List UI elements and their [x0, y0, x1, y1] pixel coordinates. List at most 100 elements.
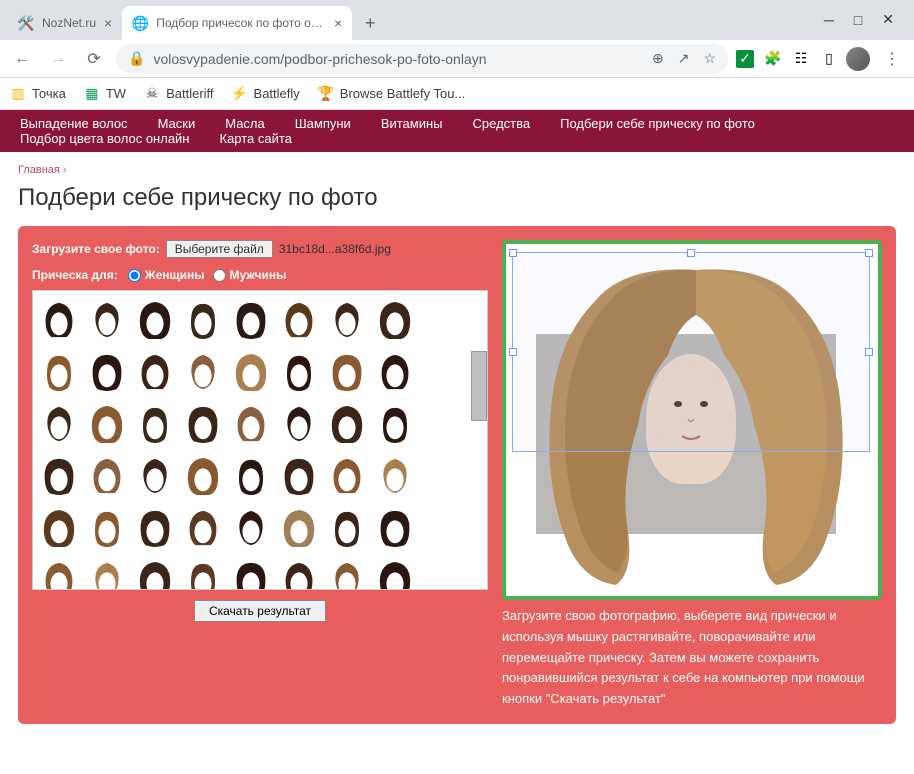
hairstyle-option[interactable]	[87, 401, 127, 447]
hairstyle-option[interactable]	[279, 401, 319, 447]
breadcrumb-home[interactable]: Главная	[18, 164, 60, 176]
hairstyle-option[interactable]	[279, 557, 319, 590]
site-nav-item[interactable]: Карта сайта	[220, 131, 292, 146]
hairstyle-option[interactable]	[39, 349, 79, 395]
address-bar[interactable]: 🔒 volosvypadenie.com/podbor-prichesok-po…	[116, 44, 728, 74]
hairstyle-option[interactable]	[327, 401, 367, 447]
hairstyle-option[interactable]	[375, 401, 415, 447]
hairstyle-option[interactable]	[135, 349, 175, 395]
site-nav-item[interactable]: Подбери себе прическу по фото	[560, 116, 755, 131]
hairstyle-option[interactable]	[375, 453, 415, 499]
bookmark-battleriff[interactable]: ☠ Battleriff	[144, 86, 213, 102]
hairstyle-option[interactable]	[135, 505, 175, 551]
maximize-button[interactable]: □	[854, 12, 862, 28]
hairstyle-option[interactable]	[87, 505, 127, 551]
hairstyle-option[interactable]	[375, 557, 415, 590]
new-tab-button[interactable]: +	[356, 9, 384, 37]
radio-female[interactable]	[128, 269, 141, 282]
site-nav-item[interactable]: Средства	[473, 116, 531, 131]
hairstyle-option[interactable]	[327, 453, 367, 499]
hairstyle-option[interactable]	[183, 557, 223, 590]
resize-handle[interactable]	[865, 249, 873, 257]
close-window-button[interactable]: ✕	[882, 11, 894, 28]
hairstyle-option[interactable]	[279, 505, 319, 551]
hairstyle-option[interactable]	[231, 349, 271, 395]
main-panel: Загрузите свое фото: Выберите файл 31bc1…	[18, 226, 896, 724]
hairstyle-option[interactable]	[39, 297, 79, 343]
ext-media-icon[interactable]: ▯	[820, 50, 838, 68]
hairstyle-option[interactable]	[87, 453, 127, 499]
hairstyle-option[interactable]	[231, 297, 271, 343]
hairstyle-option[interactable]	[375, 505, 415, 551]
hairstyle-option[interactable]	[183, 297, 223, 343]
scrollbar-thumb[interactable]	[471, 351, 487, 421]
hairstyle-option[interactable]	[87, 349, 127, 395]
bookmark-tw[interactable]: ▦ TW	[84, 86, 126, 102]
preview-canvas[interactable]	[502, 240, 882, 600]
site-nav-item[interactable]: Витамины	[381, 116, 443, 131]
bookmark-battlefly[interactable]: ⚡ Battlefly	[232, 86, 300, 102]
bolt-icon: ⚡	[232, 86, 248, 102]
hairstyle-option[interactable]	[39, 557, 79, 590]
minimize-button[interactable]: ─	[824, 12, 834, 28]
hairstyle-option[interactable]	[327, 557, 367, 590]
star-icon[interactable]: ☆	[703, 50, 716, 67]
hairstyle-option[interactable]	[183, 505, 223, 551]
hairstyle-option[interactable]	[327, 505, 367, 551]
hairstyle-option[interactable]	[87, 557, 127, 590]
hairstyle-option[interactable]	[279, 297, 319, 343]
search-icon[interactable]: ⊕	[652, 50, 664, 67]
hairstyle-option[interactable]	[279, 453, 319, 499]
hairstyle-option[interactable]	[183, 453, 223, 499]
site-nav-item[interactable]: Подбор цвета волос онлайн	[20, 131, 190, 146]
resize-handle[interactable]	[509, 348, 517, 356]
hairstyle-option[interactable]	[231, 557, 271, 590]
hairstyle-option[interactable]	[183, 401, 223, 447]
choose-file-button[interactable]: Выберите файл	[166, 240, 273, 258]
hairstyle-option[interactable]	[327, 349, 367, 395]
menu-button[interactable]: ⋮	[878, 45, 906, 73]
download-button[interactable]: Скачать результат	[194, 600, 326, 622]
hairstyle-option[interactable]	[327, 297, 367, 343]
hairstyle-option[interactable]	[375, 349, 415, 395]
hairstyle-option[interactable]	[183, 349, 223, 395]
site-nav-item[interactable]: Маски	[158, 116, 196, 131]
hairstyle-option[interactable]	[231, 453, 271, 499]
bookmark-tochka[interactable]: ▥ Точка	[10, 86, 66, 102]
hairstyle-option[interactable]	[135, 453, 175, 499]
hairstyle-grid[interactable]	[32, 290, 488, 590]
hairstyle-option[interactable]	[39, 401, 79, 447]
hairstyle-option[interactable]	[231, 505, 271, 551]
ext-list-icon[interactable]: ☷	[792, 50, 810, 68]
resize-handle[interactable]	[865, 348, 873, 356]
hairstyle-option[interactable]	[39, 453, 79, 499]
close-icon[interactable]: ×	[334, 15, 342, 31]
extension-icons: ✓ 🧩 ☷ ▯	[736, 50, 838, 68]
tab-podbor[interactable]: 🌐 Подбор причесок по фото онла ×	[122, 6, 352, 40]
selection-box[interactable]	[512, 252, 870, 452]
bookmark-battlefy[interactable]: 🏆 Browse Battlefy Tou...	[318, 86, 466, 102]
hairstyle-option[interactable]	[135, 297, 175, 343]
forward-button[interactable]: →	[44, 45, 72, 73]
hairstyle-option[interactable]	[135, 557, 175, 590]
ext-puzzle-icon[interactable]: 🧩	[764, 50, 782, 68]
hairstyle-option[interactable]	[87, 297, 127, 343]
site-nav-item[interactable]: Выпадение волос	[20, 116, 128, 131]
site-nav-item[interactable]: Масла	[225, 116, 265, 131]
hairstyle-option[interactable]	[375, 297, 415, 343]
site-nav-item[interactable]: Шампуни	[295, 116, 351, 131]
share-icon[interactable]: ↗	[678, 50, 690, 67]
resize-handle[interactable]	[509, 249, 517, 257]
hairstyle-option[interactable]	[135, 401, 175, 447]
hairstyle-option[interactable]	[279, 349, 319, 395]
hairstyle-option[interactable]	[231, 401, 271, 447]
back-button[interactable]: ←	[8, 45, 36, 73]
close-icon[interactable]: ×	[104, 15, 112, 31]
reload-button[interactable]: ⟳	[80, 45, 108, 73]
profile-avatar[interactable]	[846, 47, 870, 71]
hairstyle-option[interactable]	[39, 505, 79, 551]
resize-handle[interactable]	[687, 249, 695, 257]
radio-male[interactable]	[213, 269, 226, 282]
ext-check-icon[interactable]: ✓	[736, 50, 754, 68]
tab-noznet[interactable]: 🛠️ NozNet.ru ×	[8, 6, 122, 40]
